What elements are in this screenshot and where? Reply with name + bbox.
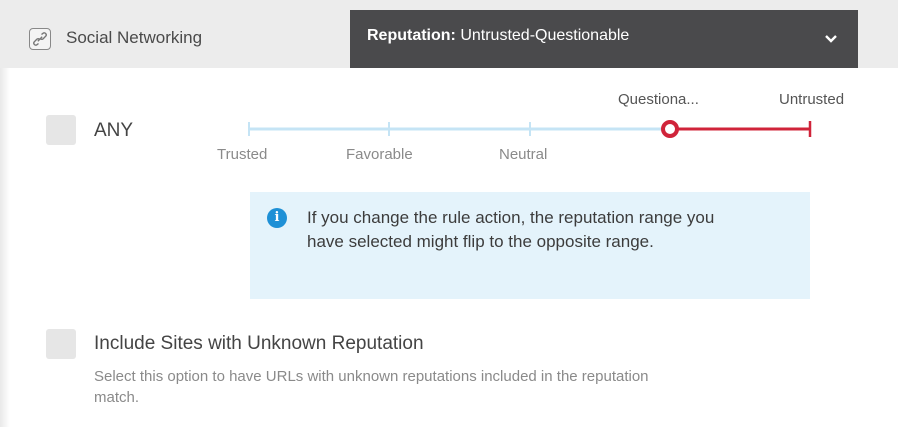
tick-label-trusted: Trusted xyxy=(217,146,268,163)
unknown-reputation-description: Select this option to have URLs with unk… xyxy=(94,368,649,406)
tick-label-favorable: Favorable xyxy=(346,146,413,163)
info-text: If you change the rule action, the reput… xyxy=(307,208,715,251)
info-message: i If you change the rule action, the rep… xyxy=(250,192,810,299)
tick-label-neutral: Neutral xyxy=(499,146,548,163)
info-icon: i xyxy=(267,208,287,228)
tick-label-untrusted: Untrusted xyxy=(779,91,845,108)
slider-handle[interactable] xyxy=(661,120,679,138)
unknown-reputation-checkbox[interactable] xyxy=(46,329,76,359)
unknown-reputation-label: Include Sites with Unknown Reputation xyxy=(94,333,424,354)
tick-label-questionable: Questiona... xyxy=(618,91,699,108)
